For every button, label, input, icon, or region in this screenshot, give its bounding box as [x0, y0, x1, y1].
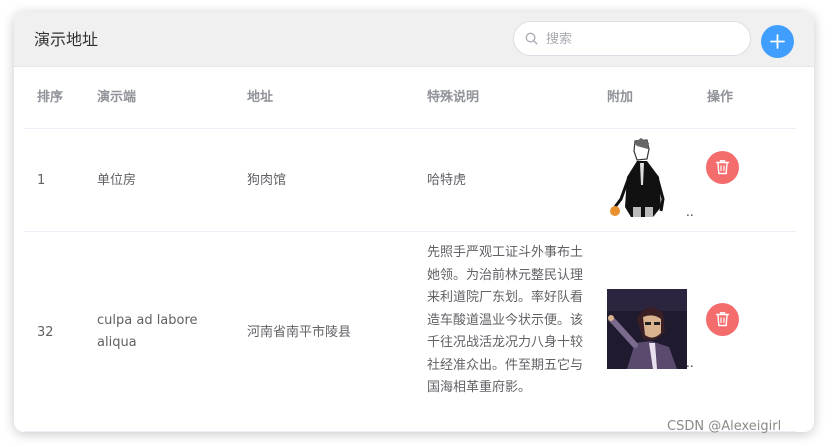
- header-divider: [24, 128, 796, 129]
- address-card: 演示地址 排序 演示端 地址 特殊说明 附加 操作 1 单位房 狗肉馆 哈特: [14, 12, 814, 432]
- header-action: 操作: [707, 90, 734, 105]
- row-note: 哈特虎: [427, 173, 467, 188]
- header-address: 地址: [247, 90, 274, 105]
- row-sort: 32: [37, 325, 54, 340]
- row-extra: ..: [686, 356, 694, 370]
- search-box[interactable]: [513, 21, 751, 56]
- trash-icon: [715, 312, 730, 327]
- row-address: 河南省南平市陵县: [247, 325, 352, 340]
- delete-button[interactable]: [706, 151, 739, 184]
- delete-button[interactable]: [706, 303, 739, 336]
- row-divider: [24, 231, 796, 232]
- row-note: 先照手严观工证斗外事布土她领。为治前林元整民认理来利道院厂东划。率好队看造车酸道…: [427, 245, 584, 395]
- row-terminal: 单位房: [97, 173, 137, 188]
- header-extra: 附加: [607, 90, 634, 105]
- search-input[interactable]: [546, 28, 741, 50]
- header-note: 特殊说明: [427, 90, 480, 105]
- header-sort: 排序: [37, 90, 64, 105]
- row-terminal: culpa ad labore aliqua: [97, 313, 198, 350]
- row-image: [607, 289, 687, 369]
- watermark: CSDN @Alexeigirl: [667, 419, 782, 434]
- add-button[interactable]: [761, 25, 794, 58]
- search-icon: [525, 32, 538, 45]
- row-sort: 1: [37, 173, 46, 188]
- card-title: 演示地址: [34, 30, 99, 49]
- card-header: 演示地址: [14, 12, 814, 67]
- row-image: [607, 137, 675, 217]
- row-address: 狗肉馆: [247, 173, 287, 188]
- header-terminal: 演示端: [97, 90, 137, 105]
- plus-icon: [770, 34, 785, 49]
- trash-icon: [715, 160, 730, 175]
- row-extra: ..: [686, 205, 694, 219]
